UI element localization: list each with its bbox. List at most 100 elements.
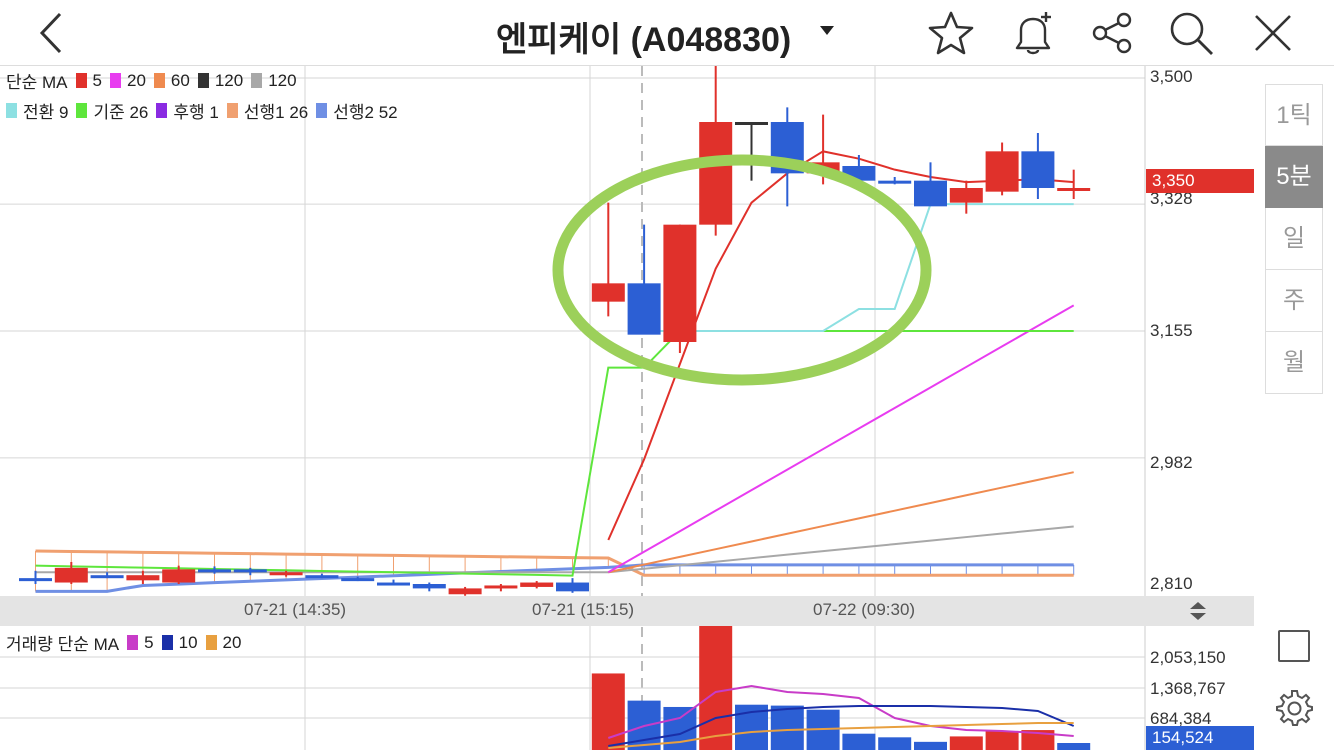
candle-body [305,575,339,579]
bell-plus-icon[interactable] [1008,8,1058,58]
candle-body [54,567,88,583]
candle-body [914,180,947,207]
title-dropdown-caret-icon[interactable] [820,26,834,35]
period-week-button[interactable]: 주 [1265,270,1323,332]
candle-body [90,575,124,579]
volume-legend: 거래량 단순 MA 5 10 20 [6,630,241,655]
current-price-tag: 3,350 [1146,169,1254,193]
period-selector: 1틱 5분 일 주 월 [1265,84,1325,394]
candle-body [162,569,196,583]
candle-body [126,575,160,581]
volume-bar [699,612,733,750]
price-tick-3155: 3,155 [1150,321,1193,340]
share-icon[interactable] [1088,8,1138,58]
ma120-swatch [197,73,209,88]
volume-bar [878,737,912,750]
ma60-swatch [153,73,165,88]
annotation-ellipse [552,154,932,386]
vol-ma5-swatch [127,635,139,650]
search-icon[interactable] [1166,8,1216,58]
volume-legend-prefix: 거래량 단순 MA [6,635,120,654]
candle-body [19,578,52,582]
candle-body [412,584,446,589]
ma120-label: 120 [214,70,244,90]
candle-body [699,122,733,225]
base-label: 기준 26 [93,103,149,122]
price-tick-2982: 2,982 [1150,453,1193,472]
candle-body [198,569,231,573]
resize-handle-icon[interactable] [1188,601,1208,621]
price-legend-row2: 전환 9 기준 26 후행 1 선행1 26 선행2 52 [0,98,398,123]
volume-bar [591,673,625,750]
date-label-3: 07-22 (09:30) [813,600,916,619]
volume-bar [842,733,876,750]
top-bar: 엔피케이 (A048830) [0,0,1334,66]
candle-body [556,582,589,592]
candle-body [627,283,661,335]
candle-body [484,585,518,589]
leading1-label: 선행1 26 [243,103,309,122]
candle-body [878,180,912,184]
date-axis-bar[interactable]: 07-21 (14:35) 07-21 (15:15) 07-22 (09:30… [0,596,1254,626]
lagging-swatch [156,103,168,118]
vol-ma20-label: 20 [222,632,242,652]
volume-bar [914,741,947,750]
volume-tick-1368767: 1,368,767 [1150,679,1226,698]
period-tick-button[interactable]: 1틱 [1265,84,1323,146]
close-icon[interactable] [1248,8,1298,58]
date-label-2: 07-21 (15:15) [532,600,635,619]
price-tick-2810: 2,810 [1150,574,1193,593]
volume-tick-2053150: 2,053,150 [1150,648,1226,667]
vol-ma10-swatch [161,635,173,650]
ma5-label: 5 [92,70,102,90]
back-chevron-icon[interactable] [28,8,78,58]
base-swatch [76,103,88,118]
leading1-swatch [226,103,238,118]
leading2-swatch [316,103,328,118]
lagging-label: 후행 1 [173,103,219,122]
current-volume-tag: 154,524 [1146,726,1254,750]
candle-body [448,588,482,595]
ma120-gray-label: 120 [268,70,297,90]
gear-icon[interactable] [1274,688,1314,728]
candle-body [949,188,983,203]
star-icon[interactable] [926,8,976,58]
date-label-1: 07-21 (14:35) [244,600,347,619]
price-legend-row1: 단순 MA 5 20 60 120 120 [6,68,297,93]
ma20-line [607,304,1075,574]
conversion-label: 전환 9 [23,103,69,122]
vol-ma10-label: 10 [178,632,198,652]
candle-body [233,569,267,573]
volume-bar [985,730,1019,750]
period-month-button[interactable]: 월 [1265,332,1323,394]
ma20-swatch [109,73,121,88]
ma5-swatch [75,73,87,88]
conversion-swatch [6,103,17,118]
settings-checkbox[interactable] [1278,630,1310,662]
candle-body [1021,151,1055,188]
ma20-label: 20 [126,70,146,90]
candle-body [341,578,375,582]
ma60-line [608,471,1074,574]
candle-body [663,224,697,342]
base-line [35,330,1074,577]
chart-area[interactable]: 단순 MA 5 20 60 120 120 전환 9 기준 26 후행 1 선행… [0,66,1254,750]
candle-body [269,572,303,576]
period-day-button[interactable]: 일 [1265,208,1323,270]
period-5min-button[interactable]: 5분 [1265,146,1323,208]
price-tick-3500: 3,500 [1150,67,1193,86]
volume-bar [1057,743,1091,750]
vol-ma20-swatch [205,635,217,650]
ma60-label: 60 [170,70,190,90]
candle-body [520,582,554,587]
volume-bar [949,736,983,750]
candle-body [985,151,1019,192]
candle-body [591,283,625,302]
vol-ma5-label: 5 [144,632,154,652]
ma120-gray-swatch [251,73,263,88]
candle-body [1057,188,1091,191]
candle-body [735,122,768,125]
stock-title[interactable]: 엔피케이 (A048830) [496,12,791,61]
volume-bar [770,705,804,750]
ma-legend-prefix: 단순 MA [6,73,68,92]
